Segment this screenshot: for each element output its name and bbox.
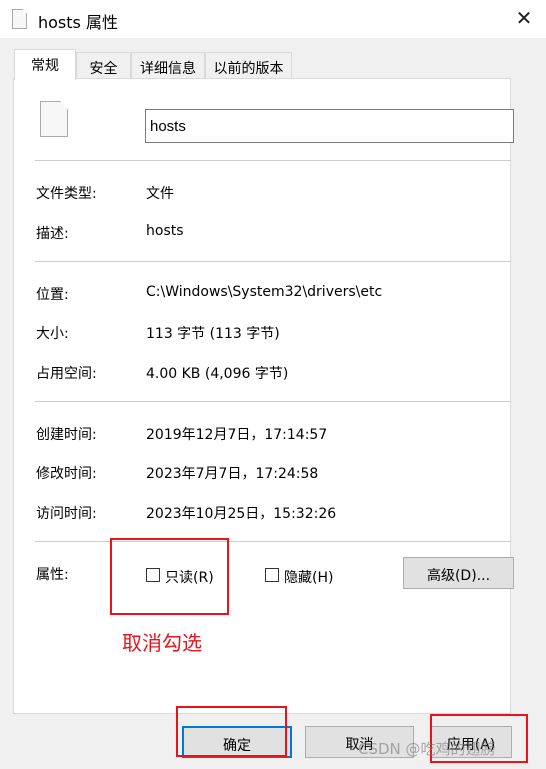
- location-value: C:\Windows\System32\drivers\etc: [146, 284, 383, 300]
- attributes-label: 属性:: [36, 567, 69, 583]
- tab-security[interactable]: 安全: [76, 52, 131, 79]
- divider: [35, 541, 511, 542]
- annotation-text: 取消勾选: [122, 631, 202, 655]
- hidden-checkbox[interactable]: [265, 568, 279, 582]
- advanced-button[interactable]: 高级(D)...: [403, 557, 514, 589]
- accessed-value: 2023年10月25日，15:32:26: [146, 506, 337, 522]
- file-icon: [12, 9, 27, 29]
- created-value: 2019年12月7日，17:14:57: [146, 427, 328, 443]
- annotation-box: [110, 538, 229, 615]
- window-title: hosts 属性: [38, 13, 118, 32]
- size-on-disk-value: 4.00 KB (4,096 字节): [146, 366, 289, 382]
- annotation-box: [176, 706, 287, 757]
- file-type-value: 文件: [146, 186, 174, 202]
- file-icon: [40, 101, 68, 137]
- hidden-label[interactable]: 隐藏(H): [284, 567, 333, 587]
- file-type-label: 文件类型:: [36, 186, 97, 202]
- watermark: CSDN @吃鸡的翅膀: [358, 740, 496, 758]
- description-value: hosts: [146, 223, 184, 239]
- divider: [35, 261, 511, 262]
- tab-previous-versions[interactable]: 以前的版本: [205, 52, 292, 79]
- divider: [35, 160, 511, 161]
- modified-value: 2023年7月7日，17:24:58: [146, 466, 319, 482]
- file-name-input[interactable]: [145, 109, 514, 143]
- created-label: 创建时间:: [36, 427, 97, 443]
- modified-label: 修改时间:: [36, 466, 97, 482]
- general-panel: [13, 78, 511, 714]
- accessed-label: 访问时间:: [36, 506, 97, 522]
- description-label: 描述:: [36, 226, 69, 242]
- size-label: 大小:: [36, 326, 69, 342]
- close-icon[interactable]: ✕: [512, 6, 536, 30]
- tab-general[interactable]: 常规: [14, 49, 76, 80]
- divider: [35, 401, 511, 402]
- size-on-disk-label: 占用空间:: [36, 366, 97, 382]
- location-label: 位置:: [36, 287, 69, 303]
- tab-details[interactable]: 详细信息: [131, 52, 205, 79]
- size-value: 113 字节 (113 字节): [146, 326, 280, 342]
